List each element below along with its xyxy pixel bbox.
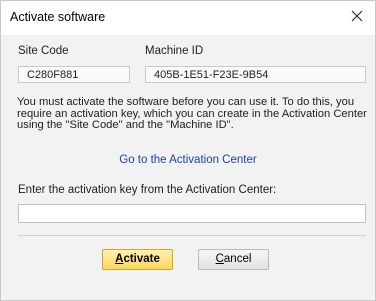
- activation-instructions: You must activate the software before yo…: [17, 96, 367, 132]
- instructions-line-1: You must activate the software before yo…: [17, 96, 355, 108]
- activation-center-link[interactable]: Go to the Activation Center: [1, 154, 375, 166]
- machine-id-label: Machine ID: [145, 45, 204, 57]
- activation-key-label: Enter the activation key from the Activa…: [18, 184, 277, 196]
- cancel-label: ancel: [223, 253, 252, 265]
- machine-id-field[interactable]: [145, 66, 366, 83]
- title-bar: Activate software: [1, 1, 375, 35]
- divider: [18, 235, 366, 236]
- instructions-line-3: using the "Site Code" and the "Machine I…: [17, 119, 234, 131]
- site-code-field[interactable]: [18, 66, 130, 83]
- site-code-label: Site Code: [18, 45, 69, 57]
- close-icon: [351, 10, 363, 22]
- cancel-button[interactable]: Cancel: [198, 249, 269, 270]
- activate-software-dialog: Activate software Site Code Machine ID Y…: [0, 0, 376, 301]
- activate-label: ctivate: [123, 253, 160, 265]
- activate-button[interactable]: Activate: [102, 249, 173, 270]
- cancel-mnemonic: C: [215, 253, 224, 265]
- window-title: Activate software: [10, 10, 106, 24]
- activation-key-input[interactable]: [18, 204, 366, 223]
- close-button[interactable]: [339, 1, 375, 31]
